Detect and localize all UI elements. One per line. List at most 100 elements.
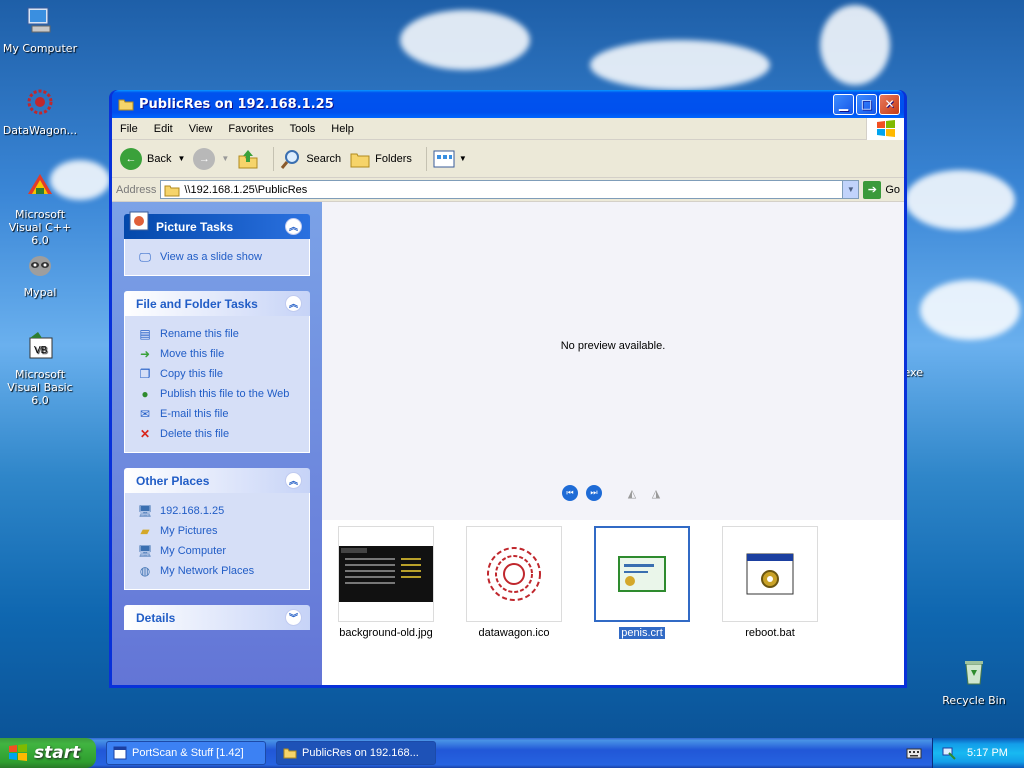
- collapse-icon[interactable]: ︽: [285, 295, 302, 312]
- address-input[interactable]: \\192.168.1.25\PublicRes ▼: [160, 180, 860, 199]
- windows-flag-icon: [9, 744, 27, 761]
- picture-tasks-header[interactable]: Picture Tasks ︽: [124, 211, 310, 239]
- address-value: \\192.168.1.25\PublicRes: [184, 183, 308, 196]
- picture-tasks-icon: [129, 211, 149, 231]
- rotate-clockwise-icon: ◭: [627, 486, 637, 500]
- network-places-icon: ◍: [139, 564, 151, 578]
- folders-label: Folders: [375, 152, 412, 165]
- views-button[interactable]: ▼: [433, 149, 467, 169]
- folders-button[interactable]: Folders: [349, 148, 412, 170]
- forward-arrow-icon: →: [193, 147, 216, 170]
- toolbar-separator: [273, 146, 275, 171]
- taskbar-button-publicres[interactable]: PublicRes on 192.168...: [276, 741, 436, 765]
- link-label: My Computer: [160, 545, 227, 557]
- other-places-header[interactable]: Other Places ︽: [124, 468, 310, 493]
- go-button[interactable]: ➔ Go: [863, 180, 900, 199]
- app-window-icon: [113, 746, 127, 760]
- other-places-title: Other Places: [136, 473, 210, 488]
- move-file-link[interactable]: ➜ Move this file: [137, 344, 297, 364]
- publish-web-link[interactable]: ● Publish this file to the Web: [137, 384, 297, 404]
- file-thumbnail[interactable]: background-old.jpg: [336, 526, 436, 679]
- title-bar[interactable]: PublicRes on 192.168.1.25 ▁ □ ✕: [112, 90, 904, 118]
- thumbnail-frame: [722, 526, 818, 622]
- minimize-button[interactable]: ▁: [833, 93, 854, 115]
- file-thumbnail[interactable]: reboot.bat: [720, 526, 820, 679]
- forward-button[interactable]: → ▼: [193, 147, 230, 170]
- details-header[interactable]: Details ︾: [124, 605, 310, 630]
- desktop-icon-label: DataWagon...: [2, 124, 78, 137]
- rename-file-link[interactable]: ▤ Rename this file: [137, 324, 297, 344]
- menu-view[interactable]: View: [181, 123, 221, 135]
- address-bar: Address \\192.168.1.25\PublicRes ▼ ➔ Go: [112, 178, 904, 202]
- previous-image-button[interactable]: ⏮: [562, 485, 578, 501]
- network-tray-icon[interactable]: [941, 745, 957, 761]
- search-button[interactable]: Search: [280, 148, 341, 170]
- picture-tasks-title: Picture Tasks: [156, 219, 234, 234]
- go-arrow-icon: ➔: [863, 180, 882, 199]
- menu-edit[interactable]: Edit: [146, 123, 181, 135]
- desktop-icon-my-computer[interactable]: My Computer: [0, 4, 80, 55]
- menu-favorites[interactable]: Favorites: [220, 123, 281, 135]
- maximize-button[interactable]: □: [856, 93, 877, 115]
- email-file-link[interactable]: ✉ E-mail this file: [137, 404, 297, 424]
- place-network-host-link[interactable]: 🖥 192.168.1.25: [137, 501, 297, 521]
- desktop-icon-label: My Computer: [2, 42, 78, 55]
- window-title: PublicRes on 192.168.1.25: [139, 96, 334, 112]
- copy-file-link[interactable]: ❐ Copy this file: [137, 364, 297, 384]
- start-button[interactable]: start: [0, 738, 96, 768]
- place-my-computer-link[interactable]: 🖥 My Computer: [137, 541, 297, 561]
- delete-x-icon: ✕: [139, 427, 151, 441]
- email-icon: ✉: [139, 407, 151, 421]
- picture-tasks-panel: Picture Tasks ︽ 🖵 View as a slide show: [124, 211, 310, 276]
- file-name: datawagon.ico: [478, 627, 550, 639]
- slideshow-icon: 🖵: [139, 249, 151, 264]
- visual-cpp-icon: [28, 174, 52, 194]
- view-slideshow-link[interactable]: 🖵 View as a slide show: [137, 247, 297, 267]
- menu-help[interactable]: Help: [323, 123, 362, 135]
- file-folder-tasks-header[interactable]: File and Folder Tasks ︽: [124, 291, 310, 316]
- clock[interactable]: 5:17 PM: [967, 747, 1008, 759]
- file-folder-tasks-body: ▤ Rename this file ➜ Move this file ❐ Copy …: [124, 316, 310, 453]
- windows-logo: [866, 118, 904, 140]
- desktop-icon-datawagon[interactable]: DataWagon...: [0, 86, 80, 137]
- menu-file[interactable]: File: [112, 123, 146, 135]
- desktop-icon-visual-basic[interactable]: VB Microsoft Visual Basic 6.0: [0, 330, 80, 407]
- place-network-places-link[interactable]: ◍ My Network Places: [137, 561, 297, 581]
- desktop-icon-recycle-bin[interactable]: Recycle Bin: [934, 656, 1014, 707]
- chevron-down-icon: ▼: [177, 154, 186, 163]
- collapse-icon[interactable]: ︽: [285, 472, 302, 489]
- expand-icon[interactable]: ︾: [285, 609, 302, 626]
- address-label: Address: [116, 183, 157, 196]
- next-image-button[interactable]: ⏭: [586, 485, 602, 501]
- keyboard-icon[interactable]: [906, 746, 922, 760]
- rotate-counterclockwise-button[interactable]: ◮: [648, 486, 664, 500]
- network-computer-icon: 🖥: [137, 504, 153, 518]
- picture-tasks-body: 🖵 View as a slide show: [124, 239, 310, 276]
- collapse-icon[interactable]: ︽: [285, 218, 302, 235]
- delete-file-link[interactable]: ✕ Delete this file: [137, 424, 297, 444]
- desktop-icon-label: Recycle Bin: [942, 694, 1006, 707]
- file-thumbnail[interactable]: datawagon.ico: [464, 526, 564, 679]
- up-folder-button[interactable]: [237, 148, 259, 170]
- link-label: My Network Places: [160, 565, 255, 577]
- rotate-clockwise-button[interactable]: ◭: [624, 486, 640, 500]
- menu-bar: File Edit View Favorites Tools Help: [112, 118, 904, 140]
- close-button[interactable]: ✕: [879, 93, 900, 115]
- taskbar-button-portscan[interactable]: PortScan & Stuff [1.42]: [106, 741, 266, 765]
- file-folder-tasks-panel: File and Folder Tasks ︽ ▤ Rename this fil…: [124, 291, 310, 453]
- desktop-icon-mypal[interactable]: Mypal: [0, 248, 80, 299]
- menu-tools[interactable]: Tools: [282, 123, 324, 135]
- file-folder-tasks-title: File and Folder Tasks: [136, 296, 258, 311]
- chevron-down-icon: ▼: [221, 154, 230, 163]
- certificate-icon: [618, 556, 666, 592]
- back-button[interactable]: ← Back ▼: [120, 147, 186, 170]
- desktop-icon-visual-cpp[interactable]: Microsoft Visual C++ 6.0: [0, 170, 80, 247]
- maximize-icon: □: [860, 97, 873, 111]
- computer-icon: 🖥: [137, 544, 153, 558]
- cloud: [590, 40, 770, 90]
- address-dropdown-button[interactable]: ▼: [842, 181, 859, 198]
- link-label: 192.168.1.25: [160, 505, 225, 517]
- file-thumbnail[interactable]: penis.crt: [592, 526, 692, 679]
- place-my-pictures-link[interactable]: ▰ My Pictures: [137, 521, 297, 541]
- file-name: penis.crt: [619, 627, 665, 639]
